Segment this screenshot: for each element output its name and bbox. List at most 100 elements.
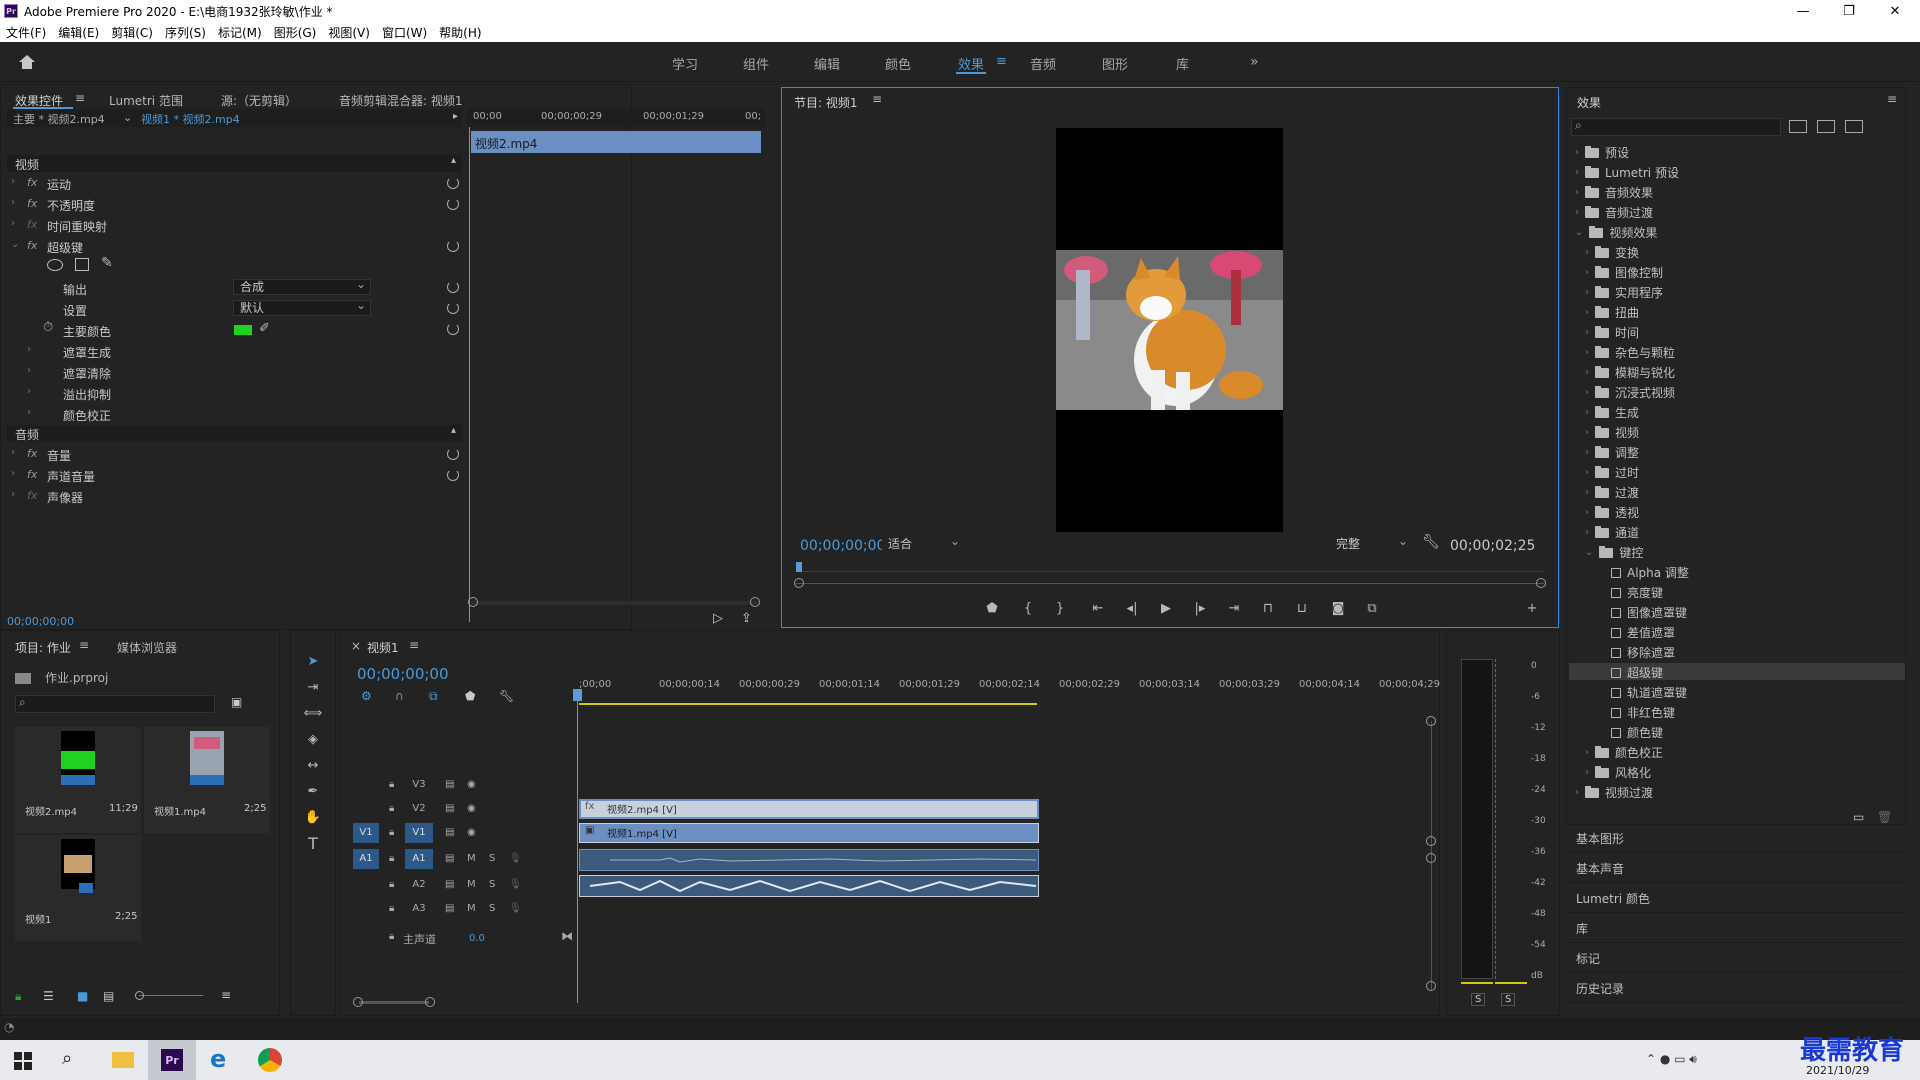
taskbar-search-icon[interactable]: ⌕	[62, 1048, 72, 1069]
fit-dropdown[interactable]: 适合	[882, 534, 964, 553]
pen-mask-icon[interactable]: ✎	[101, 255, 113, 271]
master-clip-label[interactable]: 主要 * 视频2.mp4	[13, 111, 105, 127]
effects-tree-item[interactable]: 差值遮罩	[1595, 624, 1675, 641]
workspace-tab[interactable]: 图形	[1102, 54, 1128, 73]
ec-tab[interactable]: 音频剪辑混合器: 视频1	[339, 92, 463, 109]
effect-channel-volume[interactable]: 声道音量	[47, 468, 95, 485]
step-forward-icon[interactable]: |▸	[1190, 598, 1210, 618]
nest-icon[interactable]: ⚙	[361, 689, 372, 703]
lock-icon[interactable]: 🔒︎	[389, 879, 394, 890]
chrome-icon[interactable]	[258, 1048, 282, 1072]
effects-tree-item[interactable]: › 生成	[1585, 404, 1639, 421]
lock-icon[interactable]: 🔒︎	[389, 779, 394, 790]
play-icon[interactable]: ▶	[1156, 598, 1176, 618]
effects-tree-item[interactable]: › 过时	[1585, 464, 1639, 481]
sequence-clip-label[interactable]: 视频1 * 视频2.mp4	[141, 111, 240, 127]
effects-tree-item[interactable]: › 过渡	[1585, 484, 1639, 501]
solo-button[interactable]: S	[489, 903, 495, 914]
stopwatch-icon[interactable]: ⏱	[43, 320, 53, 335]
icon-view-icon[interactable]: ■	[77, 989, 88, 1003]
timeline-playhead[interactable]	[577, 693, 578, 1003]
step-back-icon[interactable]: ◂|	[1122, 598, 1142, 618]
spill-suppression-group[interactable]: 溢出抑制	[63, 386, 111, 403]
sync-lock-icon[interactable]: ▤	[445, 903, 454, 914]
panel-menu-icon[interactable]: ≡	[75, 91, 85, 105]
restore-button[interactable]: ❐	[1826, 0, 1872, 22]
reset-icon[interactable]	[447, 240, 459, 252]
ripple-edit-tool-icon[interactable]: ⟺	[303, 703, 323, 723]
menu-item[interactable]: 序列(S)	[159, 24, 212, 41]
effect-motion[interactable]: 运动	[47, 176, 71, 193]
new-bin-icon[interactable]: ▭	[1853, 810, 1864, 824]
mic-icon[interactable]: 🎙︎	[509, 853, 522, 864]
menu-item[interactable]: 视图(V)	[322, 24, 376, 41]
effects-tree-item[interactable]: › 图像控制	[1585, 264, 1663, 281]
solo-right-button[interactable]: S	[1501, 993, 1516, 1006]
effects-tree-item[interactable]: › 变换	[1585, 244, 1639, 261]
side-panel-tab[interactable]: 历史记录	[1576, 980, 1624, 997]
ec-tab[interactable]: Lumetri 范围	[109, 92, 183, 109]
mark-out-icon[interactable]: }	[1050, 598, 1070, 618]
close-button[interactable]: ✕	[1872, 0, 1918, 22]
32bit-effects-icon[interactable]	[1817, 120, 1835, 133]
workspace-tab[interactable]: 音频	[1030, 54, 1056, 73]
effects-tree-item[interactable]: › 颜色校正	[1585, 744, 1663, 761]
key-color-swatch[interactable]	[234, 325, 252, 335]
timeline-zoom-scrollbar[interactable]	[359, 1001, 429, 1004]
track-target[interactable]: V1	[405, 823, 433, 843]
new-search-bin-icon[interactable]: ▣	[231, 695, 242, 709]
effects-tree-item[interactable]: › 预设	[1575, 144, 1629, 161]
menu-item[interactable]: 编辑(E)	[52, 24, 105, 41]
sync-lock-icon[interactable]: ▤	[445, 779, 454, 790]
matte-generation-group[interactable]: 遮罩生成	[63, 344, 111, 361]
tray-icons[interactable]: ⌃ ● ▭ 🔊︎	[1646, 1052, 1697, 1067]
reset-icon[interactable]	[447, 448, 459, 460]
export-frame-icon[interactable]: ◙	[1328, 598, 1348, 618]
effects-tree-item[interactable]: › 沉浸式视频	[1585, 384, 1675, 401]
side-panel-tab[interactable]: 库	[1576, 920, 1588, 937]
side-panel-tab[interactable]: 基本声音	[1576, 860, 1624, 877]
project-item[interactable]: 视频1 2;25	[15, 835, 141, 941]
reset-icon[interactable]	[447, 302, 459, 314]
effects-tree-item[interactable]: 非红色键	[1595, 704, 1675, 721]
effect-time-remap[interactable]: 时间重映射	[47, 218, 107, 235]
solo-button[interactable]: S	[489, 879, 495, 890]
effects-tree-item[interactable]: › 风格化	[1585, 764, 1651, 781]
reset-icon[interactable]	[447, 177, 459, 189]
program-time-ruler[interactable]	[796, 564, 1544, 572]
track-target[interactable]: A1	[405, 849, 433, 869]
reset-icon[interactable]	[447, 323, 459, 335]
panel-menu-icon[interactable]: ≡	[1887, 92, 1897, 106]
export-icon[interactable]: ⇪	[741, 611, 752, 626]
workspace-tab[interactable]: 编辑	[814, 54, 840, 73]
color-correction-group[interactable]: 颜色校正	[63, 407, 111, 424]
minimize-button[interactable]: —	[1780, 0, 1826, 22]
effects-tree-item[interactable]: › 视频过渡	[1575, 784, 1653, 801]
work-area-bar[interactable]	[579, 703, 1037, 705]
home-icon[interactable]	[18, 54, 36, 70]
linked-selection-icon[interactable]: ⧉	[429, 689, 438, 704]
mark-in-icon[interactable]: {	[1018, 598, 1038, 618]
reset-icon[interactable]	[447, 469, 459, 481]
effects-tree-item[interactable]: › 音频过渡	[1575, 204, 1653, 221]
go-to-in-icon[interactable]: ⇤	[1088, 598, 1108, 618]
mic-icon[interactable]: 🎙︎	[509, 903, 522, 914]
pen-tool-icon[interactable]: ✒	[303, 781, 323, 801]
side-panel-tab[interactable]: 基本图形	[1576, 830, 1624, 847]
side-panel-tab[interactable]: 标记	[1576, 950, 1600, 967]
timeline-settings-icon[interactable]: 🔧︎	[499, 689, 514, 703]
program-playhead[interactable]	[796, 562, 802, 572]
sort-icon[interactable]: ≡	[221, 988, 231, 1002]
lock-icon[interactable]: 🔒︎	[389, 903, 394, 914]
mute-button[interactable]: M	[467, 853, 476, 864]
track-target[interactable]: V3	[405, 775, 433, 795]
slip-tool-icon[interactable]: ↔	[303, 755, 323, 775]
workspace-tab[interactable]: 效果	[958, 54, 984, 73]
effects-tree-item[interactable]: 图像遮罩键	[1595, 604, 1687, 621]
effects-tree-item[interactable]: ⌄ 键控	[1585, 544, 1643, 561]
workspace-tab[interactable]: 颜色	[885, 54, 911, 73]
effects-tree-item[interactable]: 亮度键	[1595, 584, 1663, 601]
ec-tab[interactable]: 源:（无剪辑）	[221, 92, 297, 109]
effects-tree-item[interactable]: 颜色键	[1595, 724, 1663, 741]
effects-tree-item[interactable]: 超级键	[1595, 664, 1663, 681]
